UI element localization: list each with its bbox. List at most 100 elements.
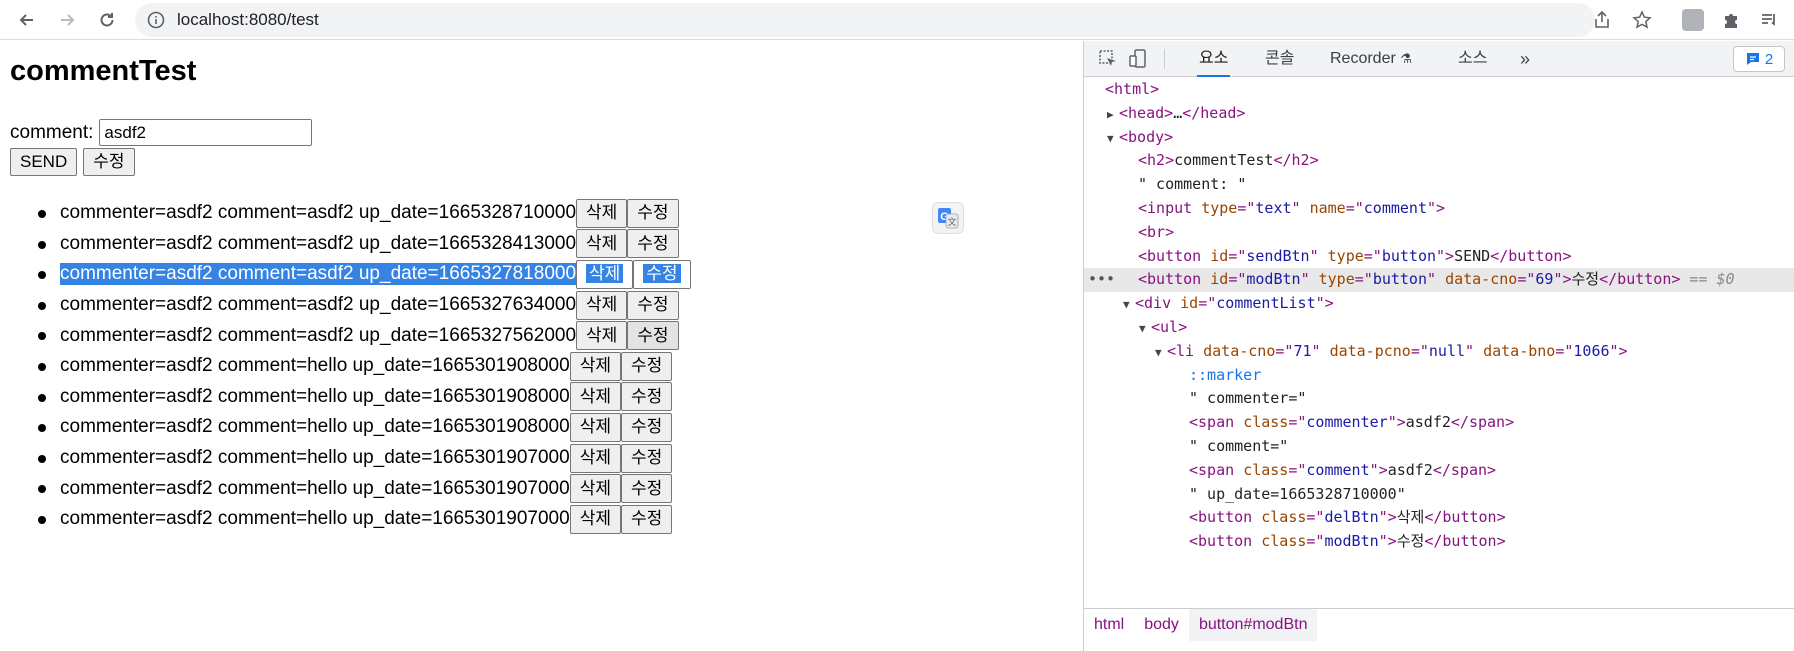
dom-node-html[interactable]: <html>	[1084, 78, 1794, 102]
collapse-triangle-icon[interactable]: ▼	[1123, 293, 1135, 317]
tab-elements[interactable]: 요소	[1197, 41, 1231, 77]
dom-node-body[interactable]: ▼ <body>	[1084, 126, 1794, 150]
delete-button[interactable]: 삭제	[576, 290, 628, 320]
dom-node-modbtn[interactable]: ••• <button id="modBtn" type="button" dat…	[1084, 268, 1794, 293]
delete-button[interactable]: 삭제	[569, 351, 621, 381]
comment-text: commenter=asdf2 comment=asdf2 up_date=16…	[60, 232, 577, 254]
dom-node-h2[interactable]: <h2>commentTest</h2>	[1084, 149, 1794, 173]
comment-text: commenter=asdf2 comment=hello up_date=16…	[60, 355, 570, 377]
edit-button[interactable]: 수정	[627, 198, 679, 228]
dom-pseudo-marker[interactable]: ::marker	[1084, 364, 1794, 388]
tab-recorder[interactable]: Recorder ⚗	[1328, 41, 1414, 77]
back-icon[interactable]	[12, 5, 42, 35]
dom-text-update[interactable]: " up_date=1665328710000"	[1084, 483, 1794, 507]
breadcrumb-modbtn[interactable]: button#modBtn	[1188, 608, 1318, 641]
reading-list-icon[interactable]	[1754, 5, 1784, 35]
delete-button[interactable]: 삭제	[576, 198, 628, 228]
comment-text: commenter=asdf2 comment=asdf2 up_date=16…	[60, 324, 577, 346]
device-toolbar-icon[interactable]	[1126, 47, 1150, 71]
collapse-triangle-icon[interactable]: ▼	[1139, 317, 1151, 341]
edit-button[interactable]: 수정	[620, 443, 673, 473]
collapse-triangle-icon[interactable]: ▼	[1155, 341, 1167, 365]
expand-triangle-icon[interactable]: ▶	[1107, 103, 1119, 127]
issues-badge[interactable]: 2	[1733, 46, 1785, 72]
reload-icon[interactable]	[92, 5, 122, 35]
page-viewport: commentTest comment: SEND 수정 G文 commente…	[0, 41, 1083, 651]
dom-text-commenter[interactable]: " commenter="	[1084, 387, 1794, 411]
comment-text: commenter=asdf2 comment=hello up_date=16…	[60, 447, 570, 469]
modify-button[interactable]: 수정	[83, 148, 135, 176]
inspect-element-icon[interactable]	[1096, 47, 1120, 71]
bullet-marker	[38, 424, 46, 433]
bullet-marker	[38, 332, 46, 341]
dom-node-ul[interactable]: ▼ <ul>	[1084, 316, 1794, 340]
forward-icon[interactable]	[52, 5, 82, 35]
dom-node-li-modbtn[interactable]: <button class="modBtn">수정</button>	[1084, 530, 1794, 554]
delete-button[interactable]: 삭제	[569, 474, 621, 504]
edit-button[interactable]: 수정	[620, 382, 673, 412]
edit-button[interactable]: 수정	[620, 351, 673, 381]
edit-button[interactable]: 수정	[620, 412, 673, 442]
tab-console[interactable]: 콘솔	[1263, 41, 1296, 77]
collapse-triangle-icon[interactable]: ▼	[1107, 127, 1119, 151]
share-icon[interactable]	[1587, 5, 1617, 35]
site-info-icon[interactable]	[147, 11, 165, 29]
dom-node-li-close[interactable]: </li>	[1084, 554, 1794, 558]
comment-actions: 삭제 수정	[569, 504, 673, 534]
edit-label: 수정	[643, 264, 681, 284]
edit-button[interactable]: 수정	[627, 229, 679, 259]
comment-item: commenter=asdf2 comment=hello up_date=16…	[0, 351, 691, 382]
edit-button[interactable]: 수정	[627, 290, 679, 320]
dom-node-li-71[interactable]: ▼ <li data-cno="71" data-pcno="null" data…	[1084, 340, 1794, 364]
delete-button[interactable]: 삭제	[569, 412, 621, 442]
comment-text: commenter=asdf2 comment=hello up_date=16…	[60, 416, 570, 438]
send-button[interactable]: SEND	[10, 148, 78, 176]
edit-button[interactable]: 수정	[620, 504, 673, 534]
delete-button[interactable]: 삭제	[569, 504, 621, 534]
devtools-toolbar: 요소 콘솔 Recorder ⚗ 소스 » 2	[1084, 41, 1794, 77]
delete-button[interactable]: 삭제	[576, 321, 628, 351]
delete-label: 삭제	[586, 203, 618, 223]
delete-button[interactable]: 삭제	[569, 382, 621, 412]
bookmark-star-icon[interactable]	[1627, 5, 1657, 35]
comment-actions: 삭제 수정	[576, 198, 679, 228]
breadcrumb-body[interactable]: body	[1134, 609, 1189, 641]
more-tabs-chevron-icon[interactable]: »	[1518, 41, 1532, 77]
delete-label: 삭제	[586, 295, 618, 315]
dom-node-sendbtn[interactable]: <button id="sendBtn" type="button">SEND<…	[1084, 245, 1794, 269]
bullet-marker	[38, 210, 46, 218]
breadcrumb-html[interactable]: html	[1084, 609, 1134, 641]
node-actions-dots[interactable]: •••	[1088, 268, 1115, 292]
dom-text-comment[interactable]: " comment: "	[1084, 173, 1794, 197]
edit-button[interactable]: 수정	[633, 259, 691, 289]
browser-chrome: localhost:8080/test	[0, 0, 1794, 40]
bullet-marker	[38, 515, 46, 524]
dom-node-head[interactable]: ▶ <head>…</head>	[1084, 102, 1794, 126]
bullet-marker	[38, 271, 46, 280]
edit-button[interactable]: 수정	[627, 321, 679, 351]
edit-button[interactable]: 수정	[620, 474, 673, 504]
tab-sources[interactable]: 소스	[1456, 41, 1489, 77]
edit-label: 수정	[637, 233, 669, 253]
dom-node-br[interactable]: <br>	[1084, 221, 1794, 245]
dom-node-delbtn[interactable]: <button class="delBtn">삭제</button>	[1084, 506, 1794, 530]
dom-node-input[interactable]: <input type="text" name="comment">	[1084, 197, 1794, 221]
translate-icon[interactable]: G文	[932, 202, 964, 234]
dom-node-span-commenter[interactable]: <span class="commenter">asdf2</span>	[1084, 411, 1794, 435]
delete-button[interactable]: 삭제	[576, 229, 628, 259]
delete-button[interactable]: 삭제	[569, 443, 621, 473]
dom-text-comment2[interactable]: " comment="	[1084, 435, 1794, 459]
dom-node-commentlist[interactable]: ▼ <div id="commentList">	[1084, 292, 1794, 316]
comment-list: commenter=asdf2 comment=asdf2 up_date=16…	[0, 198, 691, 535]
comment-input[interactable]	[99, 119, 313, 146]
extensions-puzzle-icon[interactable]	[1716, 5, 1746, 35]
profile-avatar-icon[interactable]	[1678, 5, 1708, 35]
comment-item: commenter=asdf2 comment=hello up_date=16…	[0, 473, 691, 504]
breadcrumb: html body button#modBtn	[1084, 608, 1794, 641]
delete-button[interactable]: 삭제	[576, 259, 634, 289]
comment-actions: 삭제 수정	[576, 290, 679, 320]
comment-text: commenter=asdf2 comment=hello up_date=16…	[60, 508, 570, 530]
comment-actions: 삭제 수정	[569, 443, 673, 473]
dom-node-span-comment[interactable]: <span class="comment">asdf2</span>	[1084, 459, 1794, 483]
address-bar[interactable]: localhost:8080/test	[135, 3, 1595, 37]
